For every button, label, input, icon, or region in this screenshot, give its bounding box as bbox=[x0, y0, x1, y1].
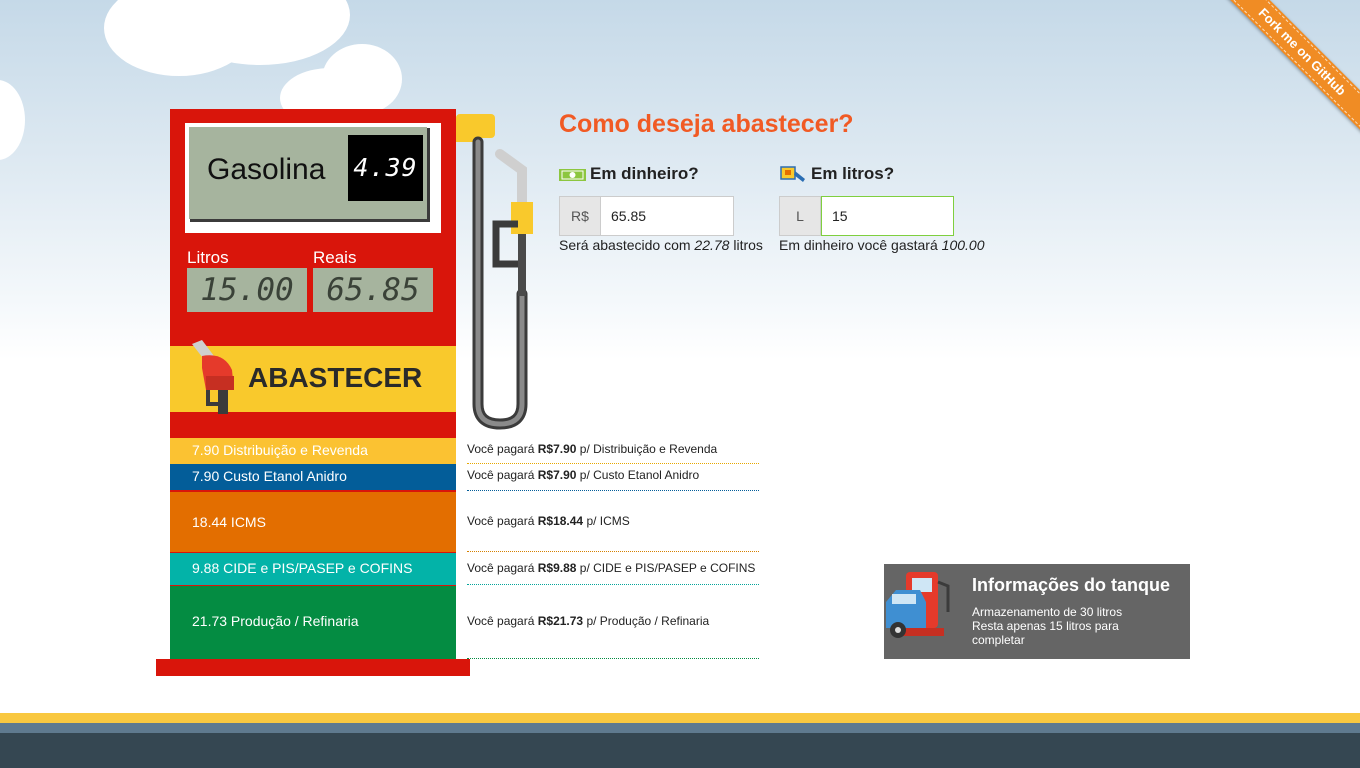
reais-label: Reais bbox=[313, 248, 357, 267]
money-title: Em dinheiro? bbox=[559, 164, 699, 184]
fuel-nozzle-icon bbox=[192, 340, 234, 414]
tax-bar-label: 18.44 ICMS bbox=[192, 514, 266, 530]
footer-stripe bbox=[0, 723, 1360, 733]
tank-remaining: Resta apenas 15 litros para completar bbox=[972, 619, 1119, 647]
money-helper: Será abastecido com 22.78 litros bbox=[559, 237, 763, 253]
car-fuel-station-icon bbox=[886, 572, 950, 638]
tank-text: Armazenamento de 30 litros Resta apenas … bbox=[972, 605, 1172, 647]
tax-line-icms: Você pagará R$18.44 p/ ICMS bbox=[467, 492, 759, 552]
tax-bar-label: 9.88 CIDE e PIS/PASEP e COFINS bbox=[192, 560, 413, 576]
fuel-can-icon bbox=[780, 165, 805, 182]
tax-amount: R$9.88 bbox=[537, 561, 577, 575]
github-ribbon-label[interactable]: Fork me on GitHub bbox=[1221, 0, 1360, 133]
tax-amount: R$7.90 bbox=[537, 442, 577, 456]
money-addon: R$ bbox=[559, 196, 601, 236]
tax-bar-icms: 18.44 ICMS bbox=[170, 492, 456, 552]
tax-bar-distribuicao: 7.90 Distribuição e Revenda bbox=[170, 438, 456, 464]
litros-display: 15.00 bbox=[187, 268, 307, 312]
tank-capacity: Armazenamento de 30 litros bbox=[972, 605, 1123, 619]
footer bbox=[0, 733, 1360, 768]
money-input[interactable] bbox=[601, 196, 734, 236]
pump-base bbox=[156, 659, 470, 676]
money-helper-value: 22.78 bbox=[694, 237, 730, 253]
pump-screen: Gasolina 4.39 bbox=[185, 123, 441, 233]
reais-display: 65.85 bbox=[313, 268, 433, 312]
liters-addon: L bbox=[779, 196, 821, 236]
money-icon bbox=[559, 168, 586, 181]
abastecer-button-label: ABASTECER bbox=[248, 362, 423, 393]
tax-line-distribuicao: Você pagará R$7.90 p/ Distribuição e Rev… bbox=[467, 438, 759, 464]
tax-amount: R$21.73 bbox=[537, 614, 584, 628]
money-title-label: Em dinheiro? bbox=[590, 164, 699, 183]
tank-title: Informações do tanque bbox=[972, 575, 1171, 595]
tax-bar-label: 7.90 Distribuição e Revenda bbox=[192, 442, 368, 458]
liters-title: Em litros? bbox=[779, 164, 894, 185]
liters-title-label: Em litros? bbox=[811, 164, 895, 183]
tax-bar-cide: 9.88 CIDE e PIS/PASEP e COFINS bbox=[170, 553, 456, 585]
tax-line-etanol: Você pagará R$7.90 p/ Custo Etanol Anidr… bbox=[467, 464, 759, 491]
cloud-decoration bbox=[322, 44, 402, 114]
github-ribbon[interactable]: Fork me on GitHub bbox=[1210, 0, 1360, 150]
tax-bar-label: 21.73 Produção / Refinaria bbox=[192, 613, 359, 629]
liters-helper-value: 100.00 bbox=[941, 237, 985, 253]
fuel-price: 4.39 bbox=[348, 135, 423, 201]
cloud-decoration bbox=[0, 80, 25, 160]
form-question: Como deseja abastecer? bbox=[559, 110, 854, 138]
tax-bar-label: 7.90 Custo Etanol Anidro bbox=[192, 468, 347, 484]
tax-bar-etanol: 7.90 Custo Etanol Anidro bbox=[170, 464, 456, 490]
tax-line-cide: Você pagará R$9.88 p/ CIDE e PIS/PASEP e… bbox=[467, 553, 759, 585]
tax-bar-producao: 21.73 Produção / Refinaria bbox=[170, 586, 456, 659]
tax-line-producao: Você pagará R$21.73 p/ Produção / Refina… bbox=[467, 586, 759, 659]
pump-hose-icon bbox=[456, 114, 533, 430]
tank-info-card: Informações do tanque Armazenamento de 3… bbox=[884, 564, 1190, 659]
footer-stripe bbox=[0, 713, 1360, 723]
liters-helper: Em dinheiro você gastará 100.00 bbox=[779, 237, 985, 253]
tax-amount: R$7.90 bbox=[537, 468, 577, 482]
money-input-group: R$ bbox=[559, 196, 734, 236]
abastecer-button[interactable]: ABASTECER bbox=[170, 340, 456, 414]
liters-input[interactable] bbox=[821, 196, 954, 236]
liters-input-group: L bbox=[779, 196, 954, 236]
litros-label: Litros bbox=[187, 248, 229, 267]
fuel-name: Gasolina bbox=[207, 153, 326, 186]
tax-amount: R$18.44 bbox=[537, 514, 584, 528]
pump-lcd: Gasolina 4.39 bbox=[189, 127, 427, 219]
